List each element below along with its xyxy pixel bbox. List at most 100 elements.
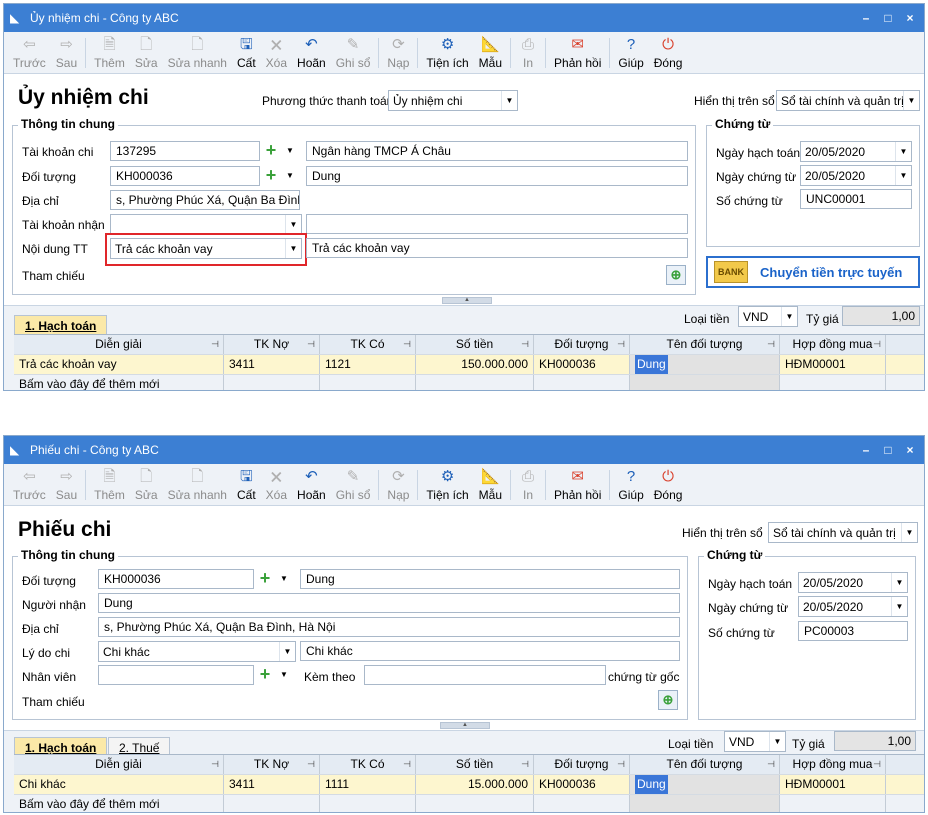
add-new-row[interactable]: Bấm vào đây để thêm mới xyxy=(14,375,924,390)
display-select[interactable]: Sổ tài chính và quản trị ▼ xyxy=(776,90,920,111)
tab-accounting[interactable]: 1. Hạch toán xyxy=(14,315,108,336)
address-field[interactable]: s, Phường Phúc Xá, Quận Ba Đình, Hà Nội xyxy=(98,617,680,637)
table-cell[interactable] xyxy=(320,375,416,390)
toolbar-save-button[interactable]: 🖫 Cất xyxy=(232,468,261,502)
recv-account-select[interactable]: ▼ xyxy=(110,214,302,235)
toolbar-utility-button[interactable]: ⚙ Tiện ích xyxy=(421,468,473,502)
column-header[interactable]: TK Nợ ⊣ xyxy=(224,335,320,354)
table-cell[interactable]: Bấm vào đây để thêm mới xyxy=(14,375,224,390)
column-header[interactable]: Số tiền ⊣ xyxy=(416,755,534,774)
toolbar-arrow-right-button[interactable]: ⇨ Sau xyxy=(51,468,82,502)
toolbar-help-button[interactable]: ? Giúp xyxy=(613,468,648,502)
collapse-handle[interactable]: ▲ xyxy=(442,297,492,304)
recv-bank-field[interactable] xyxy=(306,214,688,234)
column-header[interactable]: Tên đối tượng ⊣ xyxy=(630,755,780,774)
table-cell[interactable]: 15.000.000 xyxy=(416,775,534,794)
pin-icon[interactable]: ⊣ xyxy=(617,335,625,354)
pin-icon[interactable]: ⊣ xyxy=(403,755,411,774)
toolbar-reload-button[interactable]: ⟳ Nạp xyxy=(382,36,414,70)
table-cell[interactable]: Trả các khoản vay xyxy=(14,355,224,374)
toolbar-post-button[interactable]: ✎ Ghi sổ xyxy=(331,36,376,70)
content-text-field[interactable]: Trả các khoản vay xyxy=(306,238,688,258)
table-cell[interactable] xyxy=(416,375,534,390)
pin-icon[interactable]: ⊣ xyxy=(767,335,775,354)
object-name-field[interactable]: Dung xyxy=(306,166,688,186)
pin-icon[interactable]: ⊣ xyxy=(873,335,881,354)
table-cell[interactable] xyxy=(534,375,630,390)
display-select[interactable]: Sổ tài chính và quản trị ▼ xyxy=(768,522,918,543)
bank-name-field[interactable]: Ngân hàng TMCP Á Châu xyxy=(306,141,688,161)
reason-text-field[interactable]: Chi khác xyxy=(300,641,680,661)
column-header[interactable]: TK Nợ ⊣ xyxy=(224,755,320,774)
toolbar-quick-edit-button[interactable]: 🗋 Sửa nhanh xyxy=(163,468,232,502)
toolbar-template-button[interactable]: 📐 Mẫu xyxy=(474,36,507,70)
toolbar-utility-button[interactable]: ⚙ Tiện ích xyxy=(421,36,473,70)
pin-icon[interactable]: ⊣ xyxy=(873,755,881,774)
toolbar-feedback-button[interactable]: ✉ Phản hồi xyxy=(549,468,606,502)
pin-icon[interactable]: ⊣ xyxy=(767,755,775,774)
toolbar-feedback-button[interactable]: ✉ Phản hồi xyxy=(549,36,606,70)
post-date-select[interactable]: 20/05/2020 ▼ xyxy=(798,572,908,593)
table-cell[interactable] xyxy=(780,795,886,812)
toolbar-post-button[interactable]: ✎ Ghi sổ xyxy=(331,468,376,502)
pin-icon[interactable]: ⊣ xyxy=(521,335,529,354)
close-button[interactable]: × xyxy=(904,11,916,25)
table-cell[interactable] xyxy=(780,375,886,390)
column-header[interactable]: Diễn giải ⊣ xyxy=(14,755,224,774)
pin-icon[interactable]: ⊣ xyxy=(307,755,315,774)
table-cell[interactable] xyxy=(630,795,780,812)
column-header[interactable]: Diễn giải ⊣ xyxy=(14,335,224,354)
staff-input[interactable] xyxy=(98,665,254,685)
column-header[interactable]: TK Có ⊣ xyxy=(320,755,416,774)
attach-input[interactable] xyxy=(364,665,606,685)
table-cell[interactable]: 150.000.000 xyxy=(416,355,534,374)
column-header[interactable]: Hợp đồng mua ⊣ xyxy=(780,335,886,354)
toolbar-add-doc-button[interactable]: 🗎 Thêm xyxy=(89,468,130,502)
doc-no-input[interactable]: UNC00001 xyxy=(800,189,912,209)
toolbar-arrow-left-button[interactable]: ⇦ Trước xyxy=(8,36,51,70)
toolbar-reload-button[interactable]: ⟳ Nạp xyxy=(382,468,414,502)
currency-select[interactable]: VND ▼ xyxy=(738,306,798,327)
table-cell[interactable]: 3411 xyxy=(224,775,320,794)
account-input[interactable]: 137295 xyxy=(110,141,260,161)
toolbar-arrow-right-button[interactable]: ⇨ Sau xyxy=(51,36,82,70)
reason-select[interactable]: Chi khác ▼ xyxy=(98,641,296,662)
pin-icon[interactable]: ⊣ xyxy=(617,755,625,774)
table-cell[interactable] xyxy=(534,795,630,812)
currency-select[interactable]: VND ▼ xyxy=(724,731,786,752)
column-header[interactable]: Đối tượng ⊣ xyxy=(534,335,630,354)
chevron-down-icon[interactable]: ▼ xyxy=(283,142,297,160)
toolbar-undo-button[interactable]: ↶ Hoãn xyxy=(292,468,331,502)
table-cell[interactable]: 1121 xyxy=(320,355,416,374)
toolbar-quick-edit-button[interactable]: 🗋 Sửa nhanh xyxy=(163,36,232,70)
doc-date-select[interactable]: 20/05/2020 ▼ xyxy=(798,596,908,617)
chevron-down-icon[interactable]: ▼ xyxy=(277,570,291,588)
add-new-row[interactable]: Bấm vào đây để thêm mới xyxy=(14,795,924,812)
table-cell[interactable]: Dung xyxy=(630,775,780,794)
table-cell[interactable]: Dung xyxy=(630,355,780,374)
table-row[interactable]: Trả các khoản vay 3411 1121 150.000.000 KH00… xyxy=(14,355,924,375)
online-transfer-button[interactable]: BANK Chuyển tiền trực tuyến xyxy=(706,256,920,288)
chevron-down-icon[interactable]: ▼ xyxy=(283,167,297,185)
table-cell[interactable]: HĐM00001 xyxy=(780,355,886,374)
pin-icon[interactable]: ⊣ xyxy=(211,755,219,774)
table-cell[interactable]: Bấm vào đây để thêm mới xyxy=(14,795,224,812)
pin-icon[interactable]: ⊣ xyxy=(521,755,529,774)
toolbar-close-doc-button[interactable]: ⏻ Đóng xyxy=(649,468,688,502)
table-cell[interactable]: Chi khác xyxy=(14,775,224,794)
address-field[interactable]: s, Phường Phúc Xá, Quận Ba Đình, Hà Nội xyxy=(110,190,300,210)
column-header[interactable]: Đối tượng ⊣ xyxy=(534,755,630,774)
table-row[interactable]: Chi khác 3411 1111 15.000.000 KH000036 Dung HĐ… xyxy=(14,775,924,795)
table-cell[interactable]: KH000036 xyxy=(534,355,630,374)
pin-icon[interactable]: ⊣ xyxy=(211,335,219,354)
toolbar-print-button[interactable]: ⎙ In xyxy=(514,468,542,502)
add-plus-icon[interactable]: + xyxy=(262,166,280,185)
column-header[interactable]: Hợp đồng mua ⊣ xyxy=(780,755,886,774)
toolbar-delete-button[interactable]: 🗙 Xóa xyxy=(261,36,292,70)
table-cell[interactable] xyxy=(320,795,416,812)
payment-method-select[interactable]: Ủy nhiệm chi ▼ xyxy=(388,90,518,111)
toolbar-edit-doc-button[interactable]: 🗋 Sửa xyxy=(130,36,163,70)
add-plus-icon[interactable]: + xyxy=(256,665,274,684)
toolbar-save-button[interactable]: 🖫 Cất xyxy=(232,36,261,70)
minimize-button[interactable]: – xyxy=(860,443,872,457)
